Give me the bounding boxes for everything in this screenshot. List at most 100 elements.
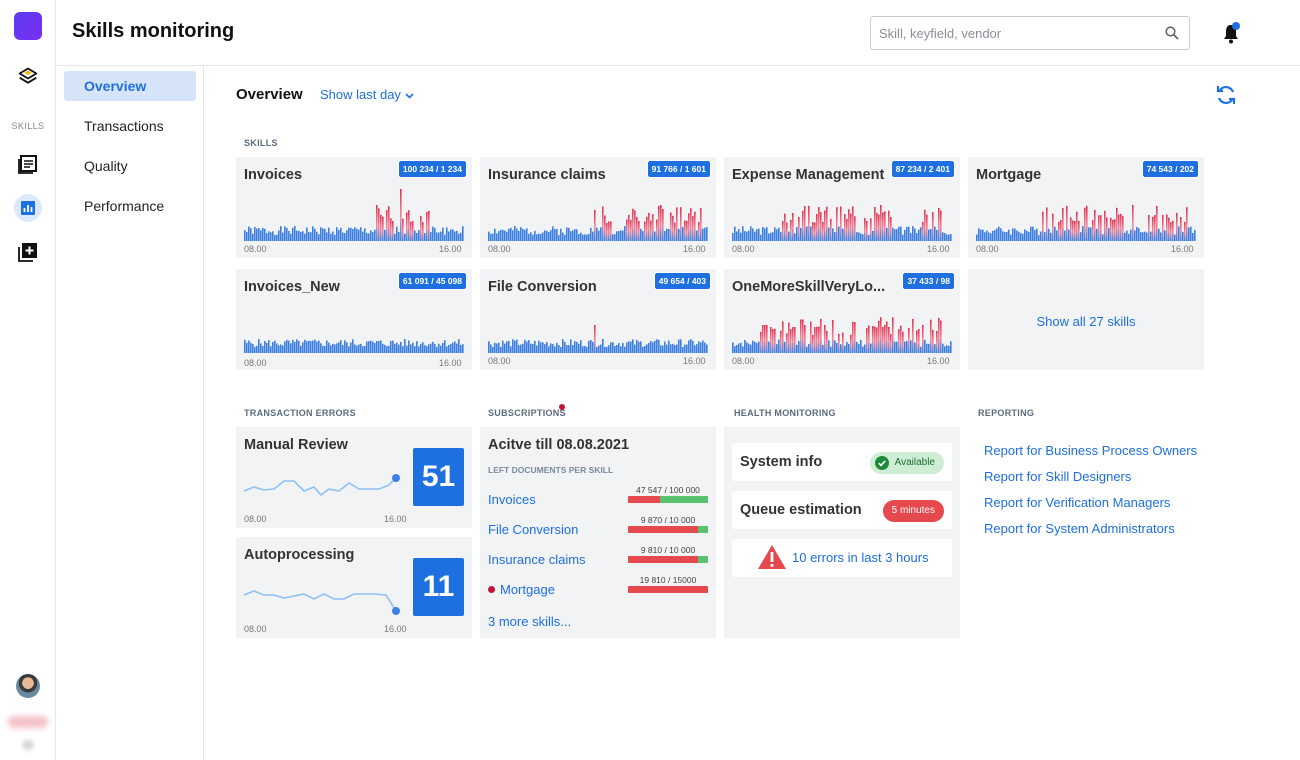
- spark-bar: [376, 205, 378, 241]
- show-all-skills-link[interactable]: Show all 27 skills: [968, 314, 1204, 329]
- add-icon[interactable]: [14, 238, 42, 266]
- spark-bar: [562, 339, 564, 353]
- spark-bar: [334, 234, 336, 241]
- spark-bar: [508, 228, 510, 241]
- spark-bar: [928, 229, 930, 241]
- subnav-transactions[interactable]: Transactions: [64, 111, 196, 141]
- spark-bar: [854, 322, 856, 353]
- spark-bar: [258, 228, 260, 241]
- skill-card-invoices[interactable]: Invoices 100 234 / 1 234 08.00 16.00: [236, 157, 472, 258]
- subscription-skill-link[interactable]: Mortgage: [500, 582, 555, 597]
- skill-card-invoices-new[interactable]: Invoices_New 61 091 / 45 098 08.00 16.00: [236, 269, 472, 370]
- spark-bar: [918, 329, 920, 353]
- spark-bar: [882, 212, 884, 241]
- search-box[interactable]: [870, 16, 1190, 50]
- spark-bar: [530, 232, 532, 241]
- spark-bar: [1150, 231, 1152, 241]
- error-card-autoprocessing[interactable]: Autoprocessing 08.00 16.00 11: [236, 537, 472, 638]
- spark-bar: [884, 211, 886, 241]
- report-link-system-administrators[interactable]: Report for System Administrators: [984, 521, 1175, 536]
- subscription-bar: [628, 526, 708, 533]
- spark-bar: [398, 344, 400, 353]
- spark-bar: [860, 340, 862, 353]
- search-icon[interactable]: [1165, 26, 1179, 40]
- error-card-manual-review[interactable]: Manual Review 08.00 16.00 51: [236, 427, 472, 528]
- spark-bar: [822, 221, 824, 241]
- layers-icon[interactable]: [14, 62, 42, 90]
- spark-bar: [774, 227, 776, 241]
- subscription-skill-link[interactable]: File Conversion: [488, 522, 578, 537]
- spark-bar: [850, 334, 852, 353]
- search-input[interactable]: [871, 17, 1151, 49]
- spark-bar: [940, 210, 942, 241]
- spark-bar: [320, 343, 322, 353]
- spark-bar: [868, 235, 870, 241]
- subnav-performance[interactable]: Performance: [64, 191, 196, 221]
- system-info-row[interactable]: System info Available: [732, 443, 952, 481]
- spark-bar: [736, 345, 738, 353]
- spark-bar: [996, 228, 998, 241]
- spark-bar: [676, 344, 678, 353]
- subscription-skill-link[interactable]: Insurance claims: [488, 552, 586, 567]
- spark-bar: [516, 228, 518, 241]
- spark-bar: [566, 227, 568, 241]
- section-health: HEALTH MONITORING: [734, 408, 836, 418]
- health-card: System info Available Queue estimation 5…: [724, 427, 960, 638]
- warning-icon: [758, 545, 786, 569]
- spark-bar: [666, 228, 668, 241]
- spark-bar: [664, 341, 666, 353]
- spark-bar: [378, 341, 380, 353]
- report-link-skill-designers[interactable]: Report for Skill Designers: [984, 469, 1131, 484]
- app-logo[interactable]: [14, 12, 42, 40]
- spark-bar: [910, 233, 912, 241]
- tick-start: 08.00: [244, 624, 267, 634]
- spark-bar: [838, 226, 840, 241]
- skill-sparkline: [732, 317, 952, 353]
- chart-icon[interactable]: [14, 194, 42, 222]
- spark-bar: [280, 344, 282, 353]
- spark-bar: [438, 232, 440, 241]
- spark-bar: [444, 340, 446, 353]
- avatar[interactable]: [16, 674, 40, 698]
- subnav-quality[interactable]: Quality: [64, 151, 196, 181]
- subscriptions-card: Acitve till 08.08.2021 LEFT DOCUMENTS PE…: [480, 427, 716, 638]
- skill-card-mortgage[interactable]: Mortgage 74 543 / 202 08.00 16.00: [968, 157, 1204, 258]
- skill-card-expense-management[interactable]: Expense Management 87 234 / 2 401 08.00 …: [724, 157, 960, 258]
- spark-bar: [358, 344, 360, 353]
- spark-bar: [302, 231, 304, 241]
- list-icon[interactable]: [14, 150, 42, 178]
- refresh-icon[interactable]: [1214, 83, 1238, 107]
- spark-bar: [334, 344, 336, 353]
- spark-bar: [1070, 217, 1072, 241]
- spark-bar: [488, 341, 490, 353]
- spark-bar: [1016, 230, 1018, 241]
- spark-bar: [938, 208, 940, 241]
- spark-bar: [260, 230, 262, 241]
- subscription-skill-link[interactable]: Invoices: [488, 492, 536, 507]
- spark-bar: [582, 234, 584, 241]
- spark-bar: [732, 342, 734, 353]
- spark-bar: [586, 234, 588, 241]
- report-link-business-process-owners[interactable]: Report for Business Process Owners: [984, 443, 1197, 458]
- skill-card-insurance-claims[interactable]: Insurance claims 91 766 / 1 601 08.00 16…: [480, 157, 716, 258]
- spark-bar: [564, 234, 566, 241]
- spark-bar: [316, 341, 318, 353]
- more-skills-link[interactable]: 3 more skills...: [488, 614, 571, 629]
- report-link-verification-managers[interactable]: Report for Verification Managers: [984, 495, 1170, 510]
- spark-bar: [612, 342, 614, 353]
- range-dropdown[interactable]: Show last day: [320, 87, 414, 102]
- spark-bar: [990, 233, 992, 241]
- spark-bar: [786, 222, 788, 241]
- spark-bar: [828, 340, 830, 353]
- spark-bar: [594, 325, 596, 353]
- spark-bar: [980, 229, 982, 241]
- errors-link[interactable]: 10 errors in last 3 hours: [792, 550, 929, 565]
- spark-bar: [620, 230, 622, 241]
- skill-card-onemoreskill[interactable]: OneMoreSkillVeryLo... 37 433 / 98 08.00 …: [724, 269, 960, 370]
- skill-card-file-conversion[interactable]: File Conversion 49 654 / 403 08.00 16.00: [480, 269, 716, 370]
- skill-sparkline: [488, 205, 708, 241]
- errors-row[interactable]: 10 errors in last 3 hours: [732, 539, 952, 577]
- spark-bar: [1084, 207, 1086, 241]
- subnav-overview[interactable]: Overview: [64, 71, 196, 101]
- queue-estimation-row[interactable]: Queue estimation 5 minutes: [732, 491, 952, 529]
